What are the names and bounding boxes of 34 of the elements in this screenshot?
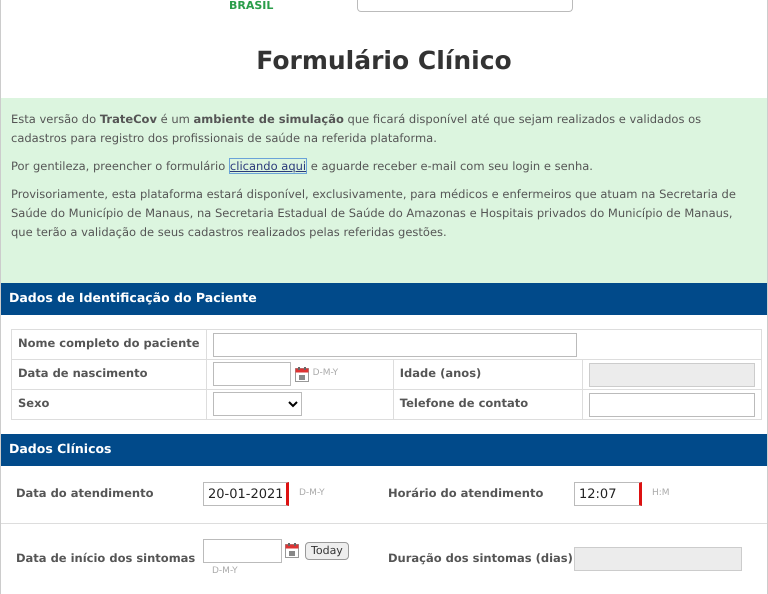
duration-field[interactable] xyxy=(574,546,742,570)
notice-text: Por gentileza, preencher o formulário clicando aqui e aguarde receber e-mail com seu login e senha. xyxy=(11,156,594,176)
sex-dropdown[interactable] xyxy=(212,392,302,416)
format-hint: D-M-Y xyxy=(299,487,325,500)
format-hint: D-M-Y xyxy=(312,367,338,380)
field-label: Data de início dos sintomas xyxy=(16,550,196,567)
field-label: Horário do atendimento xyxy=(388,485,544,502)
section-header: Dados de Identificação do Paciente xyxy=(1,282,767,314)
notice-text: Esta versão do TrateCov é um ambiente de simulação que ficará disponível até que sejam realizados e validados os cadastros para registro dos profissionais de saúde na referida plataforma. xyxy=(11,110,702,146)
format-hint: H:M xyxy=(652,487,670,500)
patient-name-field[interactable] xyxy=(212,332,577,357)
visit-time-field[interactable]: 12:07 xyxy=(574,482,642,506)
age-field[interactable] xyxy=(589,362,756,387)
field-label: Data do atendimento xyxy=(16,485,154,502)
onset-date-field[interactable] xyxy=(203,538,282,563)
notice-text: Provisoriamente, esta plataforma estará disponível, exclusivamente, para médicos e enfermeiros que atuam na Secretaria de Saúde do Município de Manaus, na Secretaria Estadual de Saúde do Amazonas e Hospitais privados do Município de Manaus, que terão a validação de seus cadastros realizados pelas referidas gestões. xyxy=(11,186,737,240)
visit-date-field[interactable]: 20-01-2021 xyxy=(203,482,289,506)
today-button[interactable]: Today xyxy=(305,542,349,560)
register-link[interactable]: clicando aqui xyxy=(228,158,308,174)
field-label: Data de nascimento xyxy=(12,359,206,389)
field-label: Telefone de contato xyxy=(393,389,583,419)
field-label: Idade (anos) xyxy=(393,359,583,389)
field-label: Sexo xyxy=(12,389,206,419)
logo-text: BRASIL xyxy=(229,0,274,12)
birth-date-field[interactable] xyxy=(212,362,291,386)
page-title: Formulário Clínico xyxy=(255,45,513,77)
section-header: Dados Clínicos xyxy=(1,434,767,466)
calendar-icon[interactable] xyxy=(285,543,299,558)
phone-field[interactable] xyxy=(589,392,756,417)
calendar-icon[interactable] xyxy=(294,366,309,382)
format-hint: D-M-Y xyxy=(212,564,239,578)
field-label: Nome completo do paciente xyxy=(12,329,206,359)
field-label: Duração dos sintomas (dias) xyxy=(388,550,574,567)
search-field[interactable] xyxy=(357,0,574,12)
